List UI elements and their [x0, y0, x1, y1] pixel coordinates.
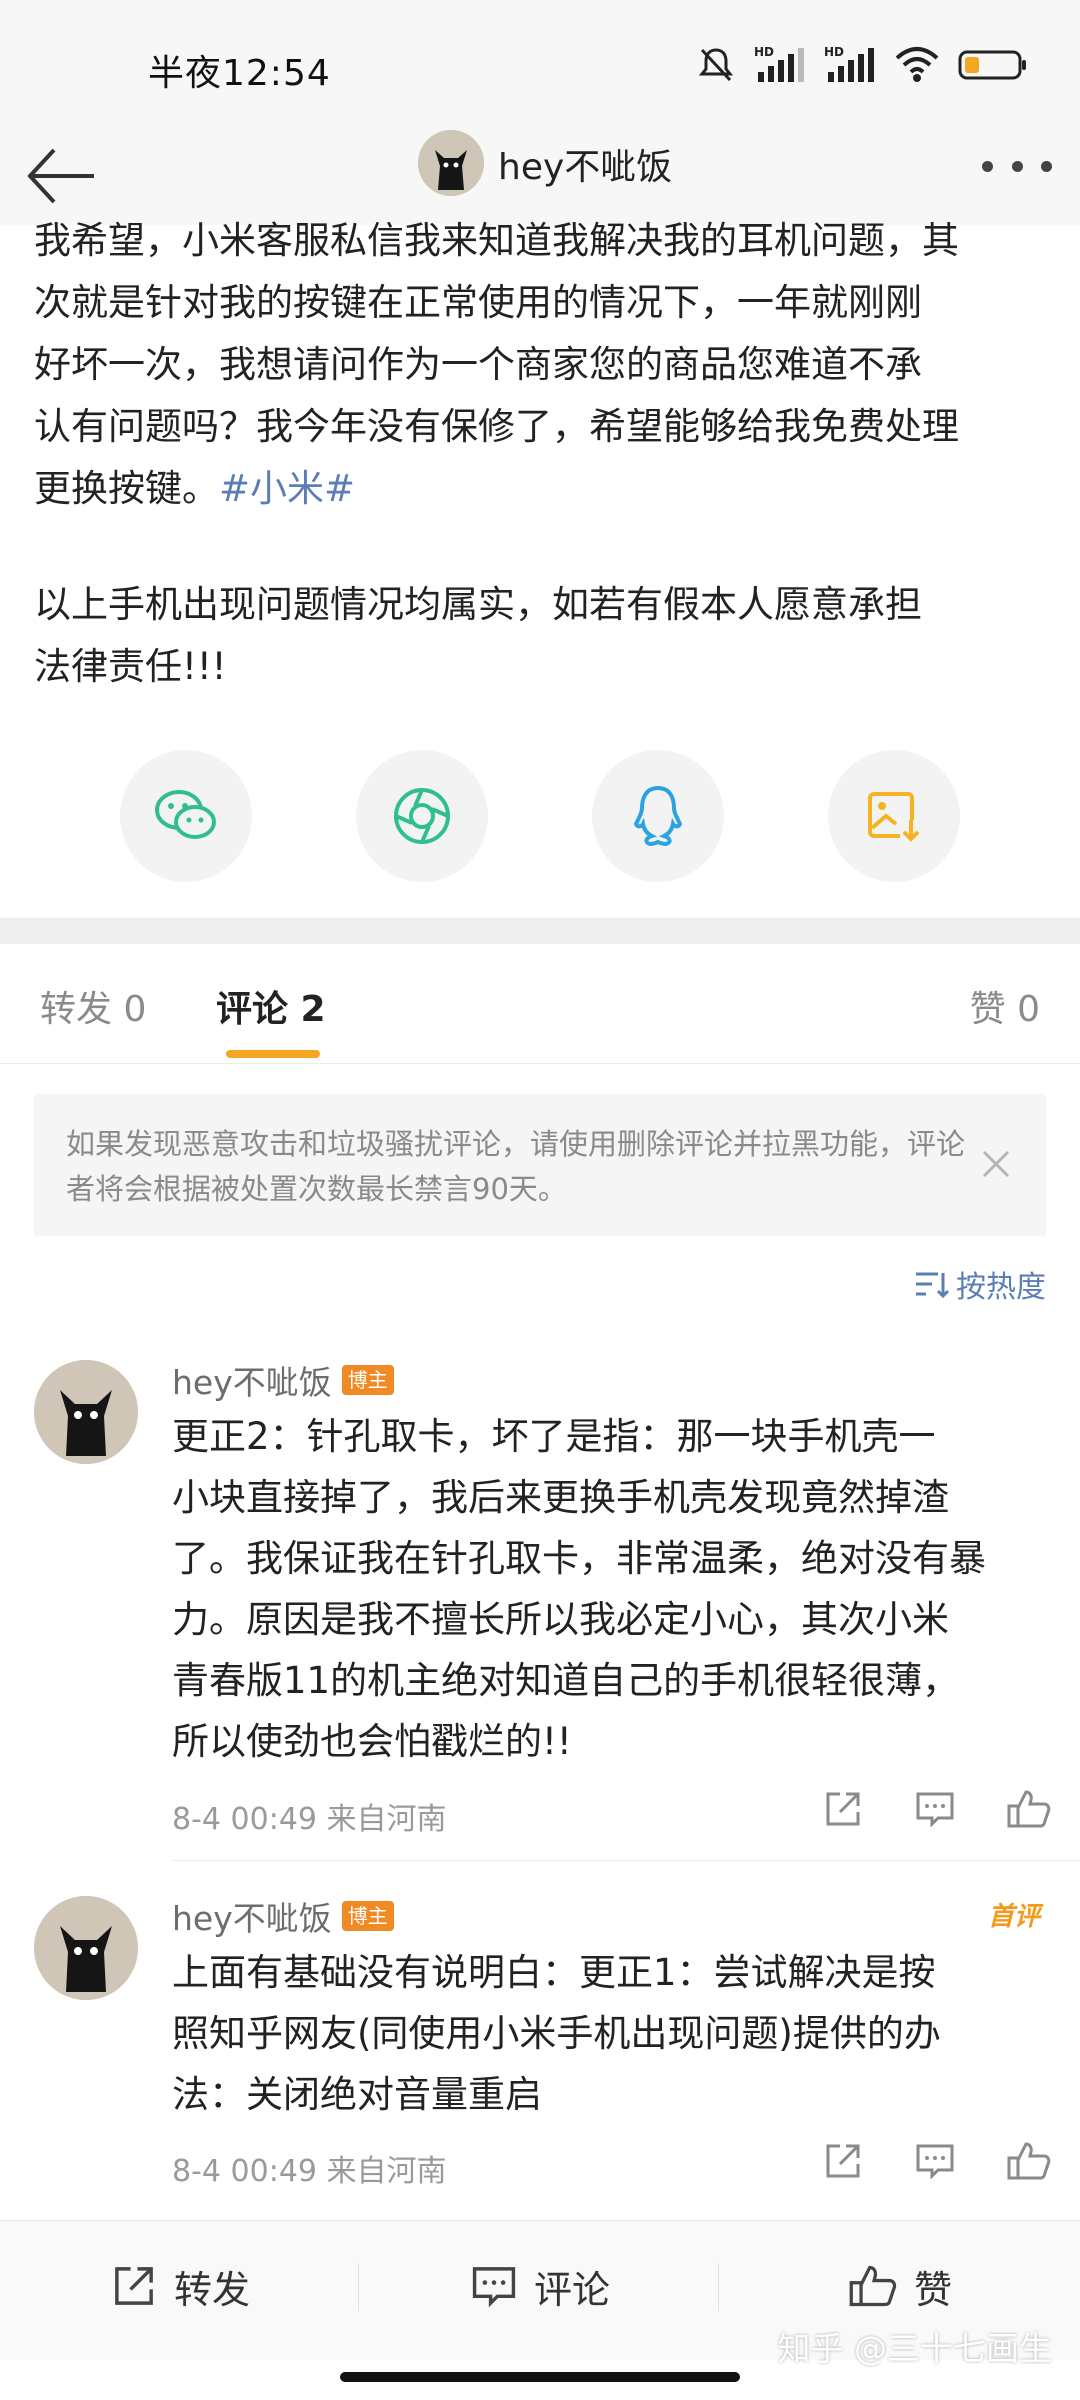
comment-text: 上面有基础没有说明白：更正1：尝试解决是按 照知乎网友(同使用小米手机出现问题)… — [172, 1942, 1052, 2125]
comment-label: 评论 — [533, 2267, 610, 2312]
repost-icon[interactable] — [822, 2140, 864, 2182]
comment-line: 力。原因是我不擅长所以我必定小心，其次小米 — [172, 1598, 949, 1641]
battery-icon — [958, 50, 1026, 80]
comment-icon[interactable] — [914, 2140, 956, 2182]
dot — [1041, 160, 1052, 172]
repost-button[interactable]: 转发 — [0, 2221, 360, 2351]
comment-meta: 8-4 00:49 来自河南 — [172, 1802, 447, 1837]
mute-icon — [698, 48, 734, 82]
comment-author[interactable]: hey不呲饭 — [172, 1892, 332, 1940]
comment-divider — [172, 1860, 1080, 1861]
comment-header: hey不呲饭 博主 — [172, 1892, 394, 1940]
comment-line: 法：关闭绝对音量重启 — [172, 2073, 542, 2116]
post-line: 好坏一次，我想请问作为一个商家您的商品您难道不承 — [34, 343, 922, 386]
tab-likes[interactable]: 赞 0 — [970, 980, 1040, 1032]
post-body: 我希望，小米客服私信我来知道我解决我的耳机问题，其 次就是针对我的按键在正常使用… — [34, 210, 1054, 520]
comment-author[interactable]: hey不呲饭 — [172, 1356, 332, 1404]
comment-line: 了。我保证我在针孔取卡，非常温柔，绝对没有暴 — [172, 1537, 986, 1580]
save-image-button[interactable] — [828, 750, 960, 882]
comment-line: 照知乎网友(同使用小米手机出现问题)提供的办 — [172, 2012, 941, 2055]
repost-label: 转发 — [173, 2267, 250, 2312]
repost-icon[interactable] — [822, 1788, 864, 1830]
dot — [1011, 160, 1023, 172]
post-line: 法律责任!!! — [34, 645, 227, 688]
share-wechat-button[interactable] — [120, 750, 252, 882]
author-badge: 博主 — [341, 1901, 394, 1931]
wechat-icon — [155, 790, 216, 839]
hashtag-link[interactable]: #小米# — [219, 467, 355, 510]
post-line: 我希望，小米客服私信我来知道我解决我的耳机问题，其 — [34, 219, 959, 262]
status-time: 半夜12:54 — [148, 53, 331, 94]
watermark: 知乎 @三十七画生 — [777, 2329, 1053, 2368]
tab-repost[interactable]: 转发 0 — [40, 980, 146, 1032]
comment-line: 小块直接掉了，我后来更换手机壳发现竟然掉渣 — [172, 1476, 949, 1519]
comment-meta: 8-4 00:49 来自河南 — [172, 2154, 447, 2189]
comment-button[interactable]: 评论 — [360, 2221, 720, 2351]
sort-icon — [916, 1272, 950, 1299]
comment-header: hey不呲饭 博主 — [172, 1356, 394, 1404]
notice-text: 如果发现恶意攻击和垃圾骚扰评论，请使用删除评论并拉黑功能，评论者将会根据被处置次… — [66, 1127, 966, 1206]
moments-icon — [394, 788, 450, 844]
comment-line: 上面有基础没有说明白：更正1：尝试解决是按 — [172, 1951, 936, 1994]
save-image-icon — [868, 792, 922, 842]
cat-avatar-image — [418, 130, 484, 196]
share-qq-button[interactable] — [592, 750, 724, 882]
comment-actions — [822, 2140, 1052, 2182]
like-icon[interactable] — [1006, 1788, 1052, 1830]
post-line-text: 更换按键。 — [34, 467, 219, 510]
dot — [982, 160, 993, 172]
comment-icon[interactable] — [914, 1788, 956, 1830]
like-label: 赞 — [913, 2267, 952, 2312]
avatar[interactable] — [418, 130, 484, 196]
post-line: 以上手机出现问题情况均属实，如若有假本人愿意承担 — [34, 583, 922, 626]
more-dots-icon[interactable] — [982, 156, 1052, 176]
page-title[interactable]: hey不呲饭 — [498, 138, 672, 190]
post-body-2: 以上手机出现问题情况均属实，如若有假本人愿意承担 法律责任!!! — [34, 574, 1054, 698]
repost-icon — [115, 2267, 153, 2305]
svg-text:HD: HD — [824, 45, 844, 59]
bar-divider — [358, 2263, 359, 2311]
status-icons: HD HD — [696, 44, 1028, 84]
sort-label: 按热度 — [956, 1270, 1046, 1305]
post-line: 次就是针对我的按键在正常使用的情况下，一年就刚刚 — [34, 281, 922, 324]
tabs: 转发 0 评论 2 赞 0 — [0, 944, 1080, 1064]
post-line: 更换按键。#小米# — [34, 458, 1054, 520]
moderation-notice: 如果发现恶意攻击和垃圾骚扰评论，请使用删除评论并拉黑功能，评论者将会根据被处置次… — [34, 1094, 1046, 1236]
tab-active-indicator — [226, 1050, 320, 1058]
status-bar: 半夜12:54 HD HD — [0, 0, 1080, 130]
hd-signal-icon: HD — [754, 45, 804, 82]
first-comment-badge: 首评 — [987, 1902, 1040, 1932]
home-indicator[interactable] — [340, 2372, 740, 2382]
comment-line: 青春版11的机主绝对知道自己的手机很轻很薄， — [172, 1659, 960, 1702]
avatar[interactable] — [34, 1360, 138, 1464]
comment-text: 更正2：针孔取卡，坏了是指：那一块手机壳一 小块直接掉了，我后来更换手机壳发现竟… — [172, 1406, 1052, 1772]
post-line: 认有问题吗？我今年没有保修了，希望能够给我免费处理 — [34, 405, 959, 448]
cat-avatar-image — [34, 1360, 138, 1464]
qq-icon — [633, 785, 683, 847]
cat-avatar-image — [34, 1896, 138, 2000]
close-icon[interactable] — [976, 1144, 1016, 1184]
back-arrow-icon[interactable] — [24, 134, 104, 214]
tab-comments[interactable]: 评论 2 — [216, 980, 326, 1032]
share-moments-button[interactable] — [356, 750, 488, 882]
comment-line: 更正2：针孔取卡，坏了是指：那一块手机壳一 — [172, 1415, 936, 1458]
like-icon — [849, 2265, 897, 2307]
hd-signal-icon: HD — [824, 45, 874, 82]
like-icon[interactable] — [1006, 2140, 1052, 2182]
wifi-icon — [895, 47, 939, 82]
sort-by-hot-button[interactable]: 按热度 — [914, 1262, 1046, 1306]
author-badge: 博主 — [341, 1365, 394, 1395]
comment-icon — [472, 2267, 516, 2308]
svg-text:HD: HD — [754, 45, 774, 59]
share-row — [0, 750, 1080, 890]
comment-actions — [822, 1788, 1052, 1830]
comment-line: 所以使劲也会怕戳烂的!! — [172, 1720, 572, 1763]
avatar[interactable] — [34, 1896, 138, 2000]
bar-divider — [718, 2263, 719, 2311]
section-divider — [0, 918, 1080, 944]
